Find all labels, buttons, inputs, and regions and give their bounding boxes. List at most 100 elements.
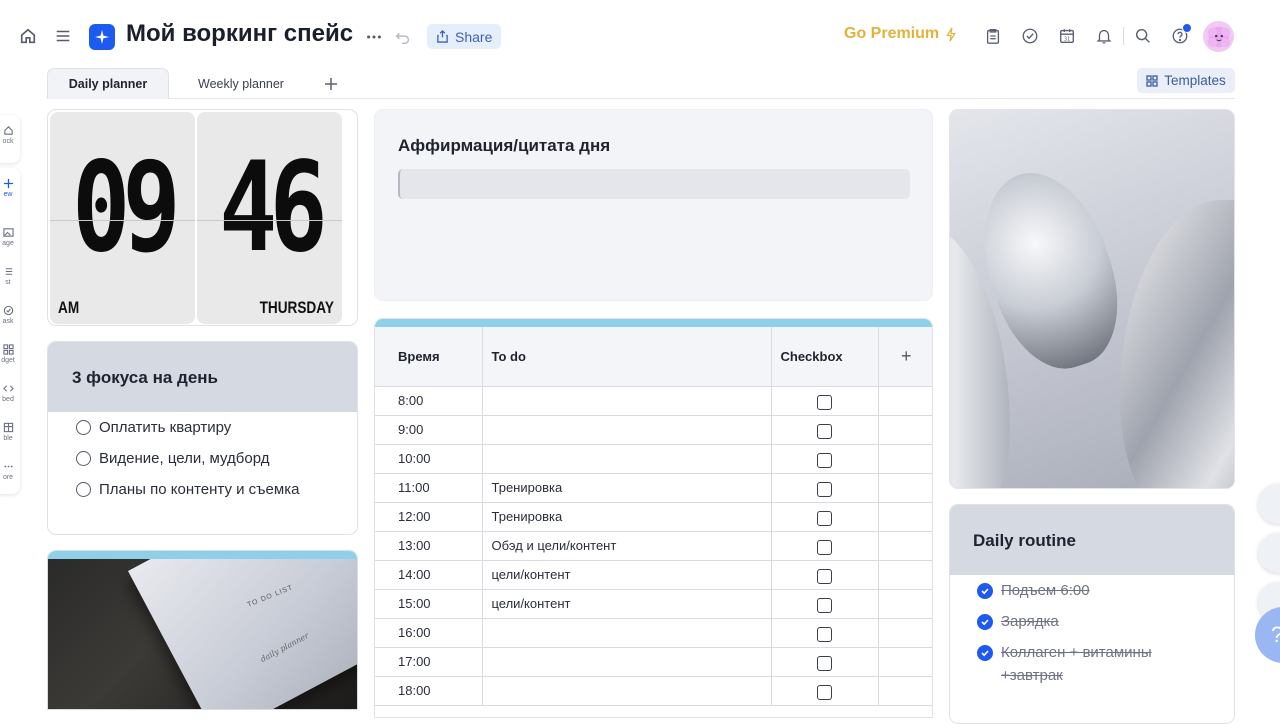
checkbox[interactable] — [817, 597, 832, 613]
time-cell[interactable]: 8:00 — [375, 386, 483, 416]
empty-cell[interactable] — [878, 415, 932, 445]
todo-cell[interactable] — [482, 444, 772, 474]
checkbox[interactable] — [817, 510, 832, 526]
focus-title: 3 фокуса на день — [72, 368, 219, 387]
clipboard-icon[interactable] — [983, 26, 1003, 46]
empty-cell[interactable] — [878, 444, 932, 474]
tab-weekly-planner[interactable]: Weekly planner — [177, 68, 305, 99]
list-item[interactable]: Видение, цели, мудборд — [76, 450, 269, 467]
checkbox-cell — [771, 473, 879, 503]
bell-icon[interactable] — [1094, 26, 1114, 46]
toolbar-task-item[interactable]: ask — [0, 305, 20, 325]
schedule-table-card[interactable]: Время To do Checkbox + 8:00 9:00 10:00 11:0… — [374, 318, 933, 718]
affirmation-card[interactable]: Аффирмация/цитата дня — [374, 109, 933, 301]
empty-cell[interactable] — [878, 502, 932, 532]
time-cell[interactable]: 14:00 — [375, 560, 483, 590]
list-item[interactable]: Коллаген + витамины +завтрак — [977, 641, 1217, 687]
checkbox[interactable] — [817, 539, 832, 555]
todo-cell[interactable]: Тренировка — [482, 473, 772, 503]
workspace-logo-icon[interactable] — [89, 24, 115, 50]
checked-circle-icon[interactable] — [977, 645, 993, 661]
list-item[interactable]: Подъем 6:00 — [977, 579, 1217, 602]
checkbox[interactable] — [817, 655, 832, 671]
floating-action-button[interactable] — [1258, 533, 1280, 573]
todo-cell[interactable]: цели/контент — [482, 560, 772, 590]
focus-card[interactable]: 3 фокуса на день Оплатить квартиру Виден… — [47, 341, 358, 535]
time-cell[interactable]: 9:00 — [375, 415, 483, 445]
floating-action-button[interactable] — [1258, 484, 1280, 524]
toolbar-image-item[interactable]: age — [0, 227, 20, 247]
toolbar-widget-item[interactable]: dget — [0, 344, 20, 364]
radio-circle-icon[interactable] — [76, 482, 91, 497]
todo-cell[interactable] — [482, 618, 772, 648]
toolbar-new-item[interactable]: ew — [0, 178, 20, 198]
list-item[interactable]: Оплатить квартиру — [76, 419, 231, 436]
todo-cell[interactable] — [482, 386, 772, 416]
checkbox[interactable] — [817, 394, 832, 410]
workspace-title[interactable]: Мой воркинг спейс — [126, 20, 353, 48]
focus-item-text: Планы по контенту и съемка — [99, 481, 300, 498]
checkbox[interactable] — [817, 684, 832, 700]
toolbar-block-item[interactable]: ock — [0, 125, 20, 145]
help-chat-button[interactable]: ? — [1255, 607, 1280, 663]
time-cell[interactable]: 17:00 — [375, 647, 483, 677]
time-cell[interactable]: 10:00 — [375, 444, 483, 474]
affirmation-input[interactable] — [398, 169, 910, 199]
column-header-checkbox[interactable]: Checkbox — [771, 327, 879, 387]
chrome-render-image[interactable] — [949, 109, 1235, 489]
checkbox[interactable] — [817, 481, 832, 497]
checkbox[interactable] — [817, 568, 832, 584]
check-circle-icon[interactable] — [1020, 26, 1040, 46]
column-header-todo[interactable]: To do — [482, 327, 772, 387]
home-icon[interactable] — [17, 25, 39, 47]
empty-cell[interactable] — [878, 386, 932, 416]
empty-cell[interactable] — [878, 589, 932, 619]
avatar[interactable] — [1203, 21, 1234, 52]
todo-cell[interactable]: Обэд и цели/контент — [482, 531, 772, 561]
toolbar-more-item[interactable]: ore — [0, 461, 20, 481]
checked-circle-icon[interactable] — [977, 614, 993, 630]
todo-cell[interactable]: цели/контент — [482, 589, 772, 619]
empty-cell[interactable] — [878, 647, 932, 677]
checkbox[interactable] — [817, 423, 832, 439]
share-button[interactable]: Share — [427, 24, 502, 49]
todo-cell[interactable] — [482, 647, 772, 677]
more-options-icon[interactable] — [363, 26, 385, 48]
radio-circle-icon[interactable] — [76, 451, 91, 466]
column-header-time[interactable]: Время — [375, 327, 483, 387]
time-cell[interactable]: 13:00 — [375, 531, 483, 561]
daily-routine-card[interactable]: Daily routine Подъем 6:00 Зарядка Коллаг… — [949, 504, 1235, 724]
toolbar-embed-item[interactable]: bed — [0, 383, 20, 403]
flip-clock-widget[interactable]: 09 AM 46 THURSDAY — [47, 109, 358, 326]
toolbar-list-item[interactable]: st — [0, 266, 20, 286]
table-row: 8:00 — [375, 386, 932, 416]
radio-circle-icon[interactable] — [76, 420, 91, 435]
search-icon[interactable] — [1133, 26, 1153, 46]
calendar-icon[interactable]: 31 — [1057, 26, 1077, 46]
todo-cell[interactable] — [482, 415, 772, 445]
add-tab-icon[interactable] — [321, 74, 341, 94]
checked-circle-icon[interactable] — [977, 583, 993, 599]
checkbox[interactable] — [817, 452, 832, 468]
toolbar-table-item[interactable]: ble — [0, 422, 20, 442]
empty-cell[interactable] — [878, 560, 932, 590]
undo-icon[interactable] — [392, 26, 414, 48]
add-column-button[interactable]: + — [878, 327, 932, 387]
clock-hours: 09 — [72, 136, 181, 280]
todo-photo-card[interactable]: TO DO LIST daily planner — [47, 550, 358, 710]
time-cell[interactable]: 12:00 — [375, 502, 483, 532]
tab-daily-planner[interactable]: Daily planner — [47, 68, 169, 99]
go-premium-button[interactable]: Go Premium — [844, 25, 957, 43]
checkbox[interactable] — [817, 626, 832, 642]
empty-cell[interactable] — [878, 531, 932, 561]
empty-cell[interactable] — [878, 473, 932, 503]
empty-cell[interactable] — [878, 618, 932, 648]
time-cell[interactable]: 16:00 — [375, 618, 483, 648]
list-item[interactable]: Планы по контенту и съемка — [76, 481, 299, 498]
templates-button[interactable]: Templates — [1137, 68, 1235, 93]
list-item[interactable]: Зарядка — [977, 610, 1217, 633]
todo-cell[interactable]: Тренировка — [482, 502, 772, 532]
menu-icon[interactable] — [52, 25, 74, 47]
time-cell[interactable]: 15:00 — [375, 589, 483, 619]
time-cell[interactable]: 11:00 — [375, 473, 483, 503]
